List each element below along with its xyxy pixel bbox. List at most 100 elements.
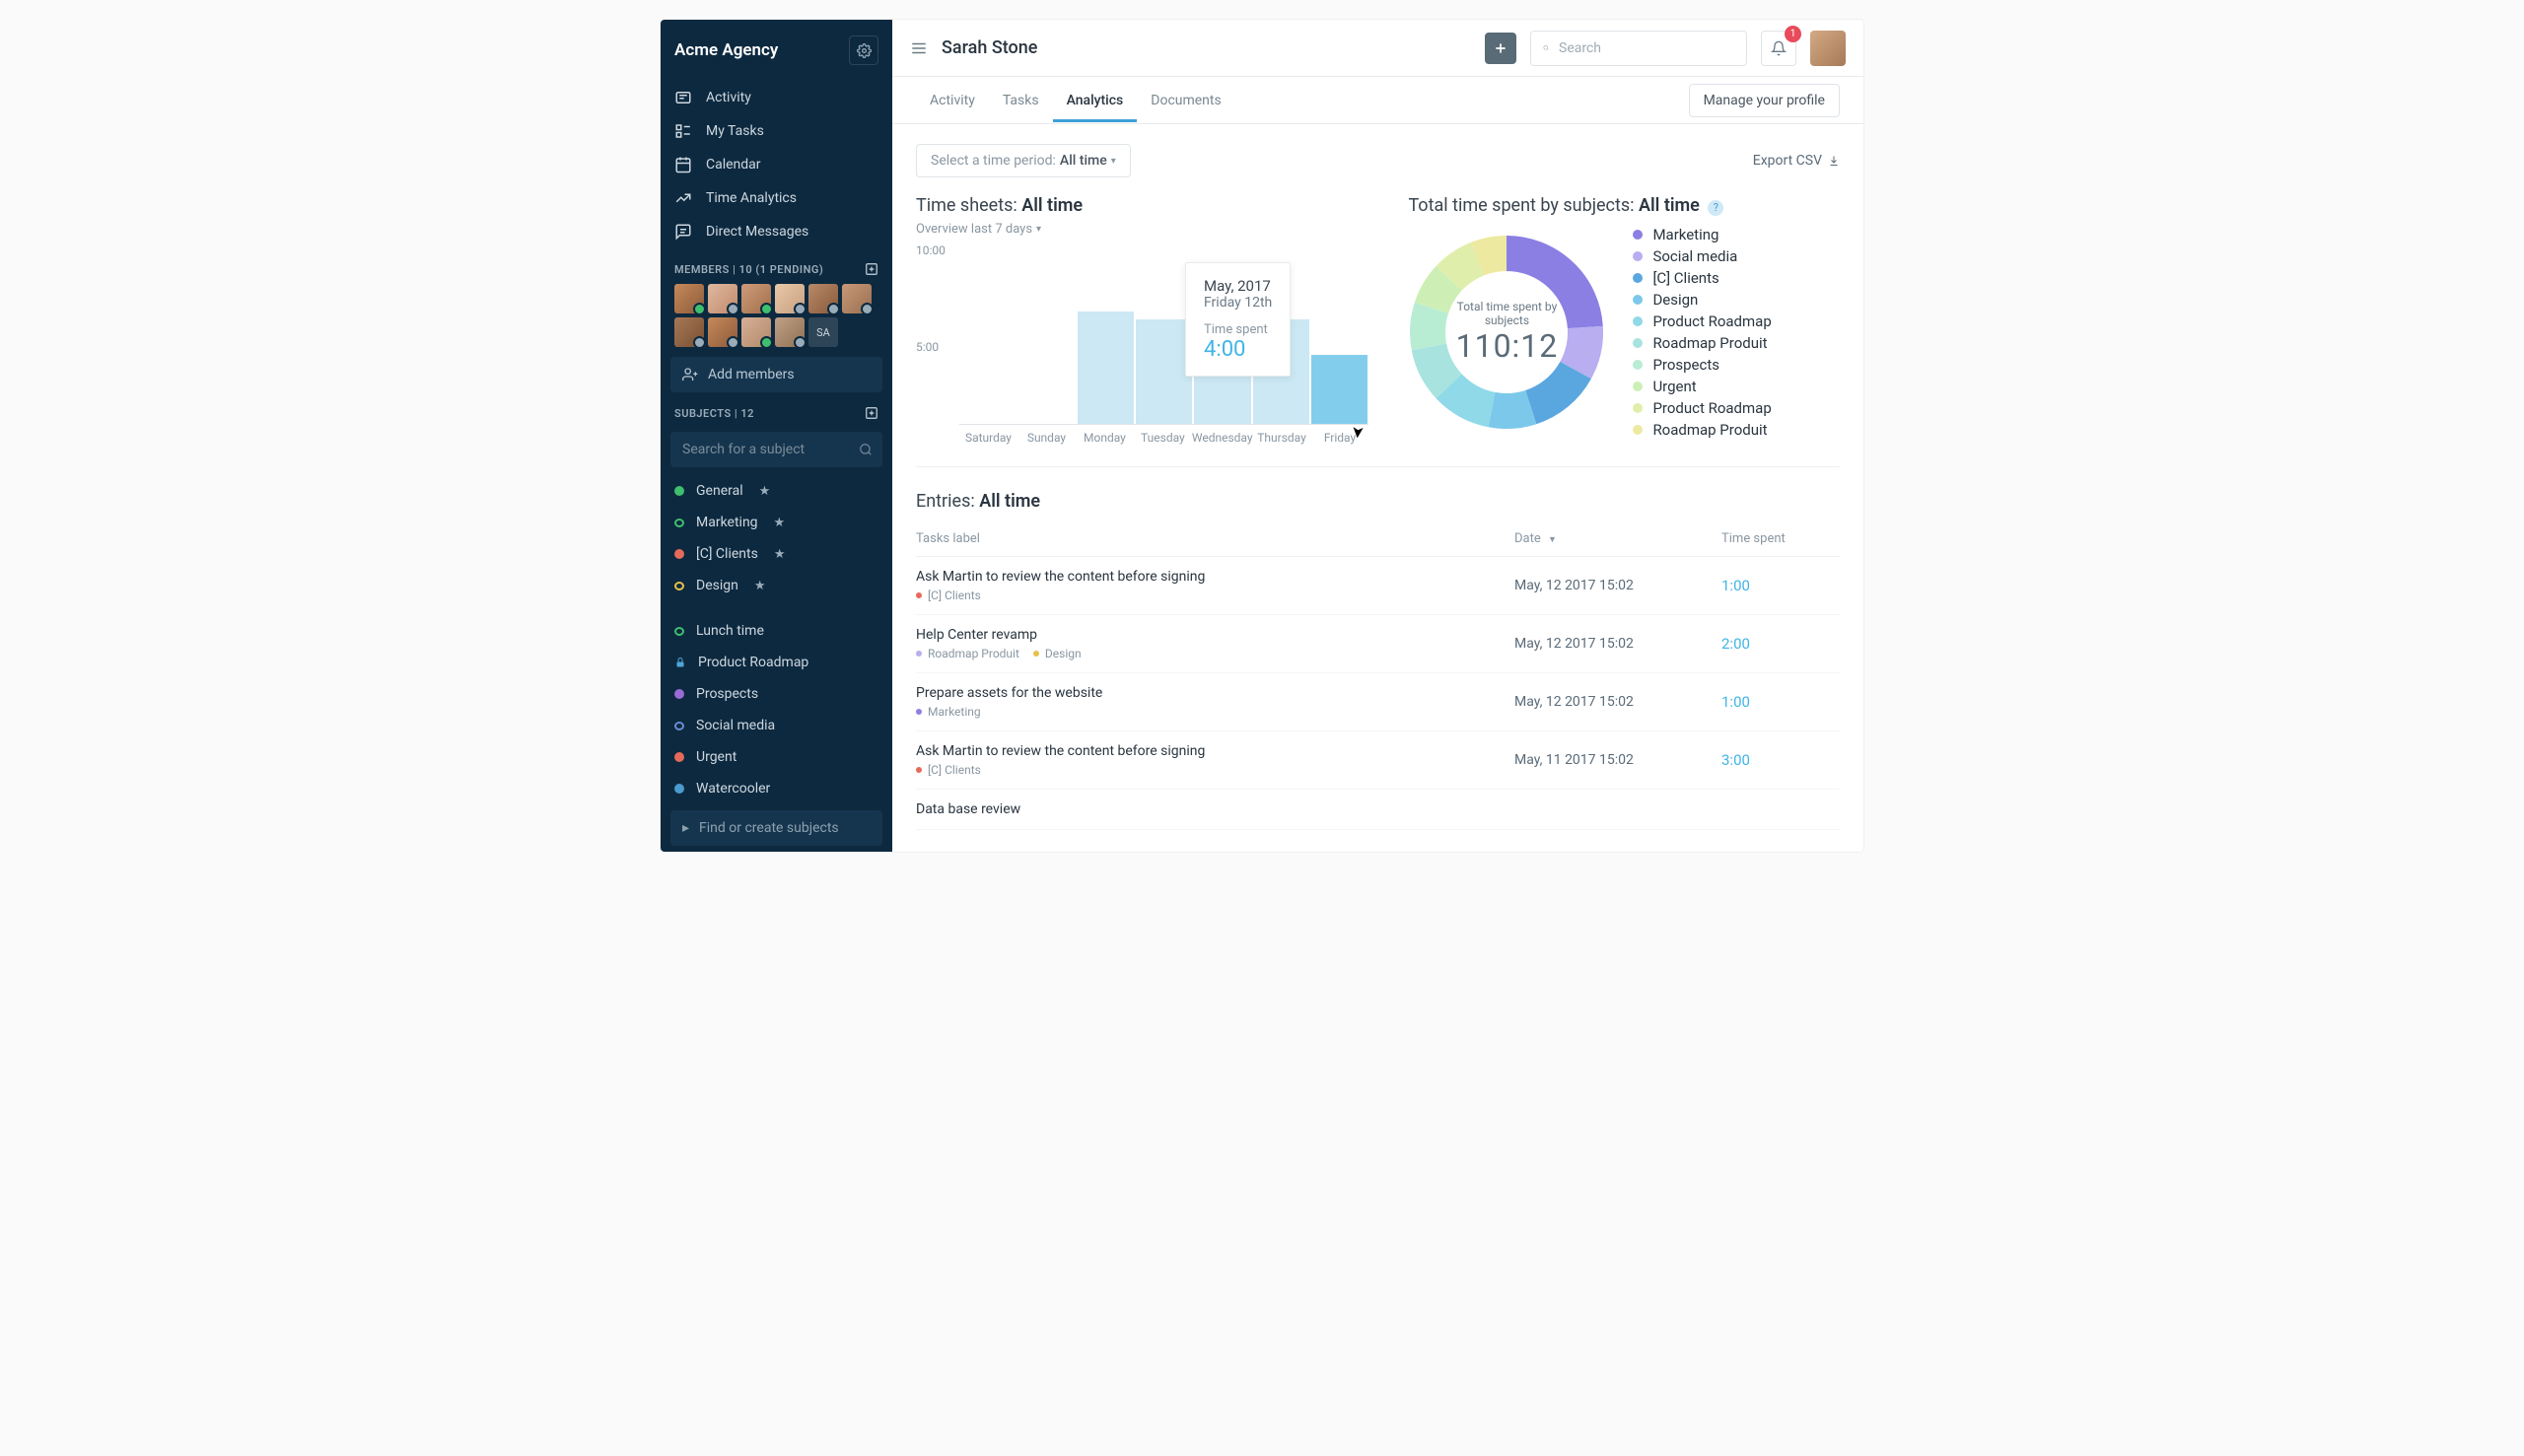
subject-label: Social media: [696, 718, 775, 733]
add-user-icon: [682, 367, 698, 382]
bar[interactable]: [1136, 319, 1192, 424]
legend-item[interactable]: Product Roadmap: [1633, 312, 1771, 330]
bar[interactable]: [1311, 355, 1367, 424]
legend-item[interactable]: Roadmap Produit: [1633, 421, 1771, 439]
search-input[interactable]: [1559, 40, 1734, 56]
nav-my tasks[interactable]: My Tasks: [661, 114, 892, 148]
nav-activity[interactable]: Activity: [661, 81, 892, 114]
legend-item[interactable]: Roadmap Produit: [1633, 334, 1771, 352]
entry-row[interactable]: Ask Martin to review the content before …: [916, 557, 1840, 615]
entry-row[interactable]: Prepare assets for the website Marketing…: [916, 673, 1840, 731]
subject-label: [C] Clients: [696, 546, 758, 562]
avatar[interactable]: [708, 317, 737, 347]
nav-calendar[interactable]: Calendar: [661, 148, 892, 181]
entry-row[interactable]: Help Center revamp Roadmap ProduitDesign…: [916, 615, 1840, 673]
subject-item[interactable]: Product Roadmap: [661, 647, 892, 678]
avatar[interactable]: [775, 284, 805, 313]
subject-label: Urgent: [696, 749, 736, 765]
x-tick: Monday: [1076, 431, 1134, 445]
notification-badge: 1: [1785, 26, 1801, 42]
subject-item[interactable]: Prospects: [661, 678, 892, 710]
tooltip-label: Time spent: [1204, 322, 1272, 337]
legend-label: Prospects: [1652, 356, 1719, 374]
legend-label: Product Roadmap: [1652, 399, 1771, 417]
tab-activity[interactable]: Activity: [916, 79, 989, 122]
manage-profile-button[interactable]: Manage your profile: [1689, 84, 1840, 117]
legend-item[interactable]: Marketing: [1633, 226, 1771, 243]
avatar[interactable]: [741, 317, 771, 347]
subject-bullet: [674, 722, 684, 730]
legend-item[interactable]: Product Roadmap: [1633, 399, 1771, 417]
entry-row[interactable]: Data base review: [916, 790, 1840, 830]
legend-label: Social media: [1652, 247, 1737, 265]
activity-icon: [674, 89, 692, 106]
donut-center-label: Total time spent by subjects: [1447, 300, 1566, 327]
chevron-down-icon: ▾: [1111, 156, 1116, 167]
nav-time analytics[interactable]: Time Analytics: [661, 181, 892, 215]
legend-dot: [1633, 230, 1643, 240]
menu-button[interactable]: [910, 39, 928, 57]
subject-item[interactable]: Watercooler: [661, 773, 892, 804]
export-csv-button[interactable]: Export CSV: [1753, 153, 1840, 169]
add-subject-icon[interactable]: [865, 406, 878, 420]
legend-item[interactable]: Urgent: [1633, 378, 1771, 395]
avatar[interactable]: [674, 317, 704, 347]
x-tick: Friday: [1311, 431, 1369, 445]
period-prefix: Select a time period:: [931, 153, 1056, 169]
add-button[interactable]: [1485, 33, 1516, 64]
add-member-icon[interactable]: [865, 262, 878, 276]
entry-tag: Design: [1033, 647, 1082, 660]
legend-item[interactable]: Prospects: [1633, 356, 1771, 374]
subject-item[interactable]: Social media: [661, 710, 892, 741]
legend-item[interactable]: Social media: [1633, 247, 1771, 265]
donut-title: Total time spent by subjects: All time ?: [1408, 195, 1840, 216]
subject-item[interactable]: General ★: [661, 475, 892, 507]
timesheet-overview-picker[interactable]: Overview last 7 days ▾: [916, 222, 1368, 237]
notifications-button[interactable]: 1: [1761, 31, 1796, 66]
help-icon[interactable]: ?: [1708, 200, 1723, 216]
avatar[interactable]: [741, 284, 771, 313]
avatar[interactable]: [708, 284, 737, 313]
subject-item[interactable]: Urgent: [661, 741, 892, 773]
tab-analytics[interactable]: Analytics: [1053, 79, 1138, 122]
find-create-subjects[interactable]: ▸ Find or create subjects: [670, 810, 882, 846]
avatar[interactable]: [775, 317, 805, 347]
nav-label: Calendar: [706, 157, 761, 173]
col-head-time[interactable]: Time spent: [1721, 531, 1840, 546]
tooltip-day: Friday 12th: [1204, 295, 1272, 311]
settings-button[interactable]: [849, 35, 878, 65]
entry-row[interactable]: Ask Martin to review the content before …: [916, 731, 1840, 790]
tab-tasks[interactable]: Tasks: [989, 79, 1053, 122]
search-icon: [859, 443, 873, 456]
calendar-icon: [674, 156, 692, 173]
tab-documents[interactable]: Documents: [1137, 79, 1234, 122]
subject-bullet: [674, 689, 684, 699]
subject-item[interactable]: Marketing ★: [661, 507, 892, 538]
subject-search-input[interactable]: [670, 432, 882, 467]
subject-label: Watercooler: [696, 781, 770, 797]
col-head-date[interactable]: Date ▼: [1514, 531, 1721, 546]
subject-item[interactable]: Design ★: [661, 570, 892, 601]
timesheet-title: Time sheets: All time: [916, 195, 1368, 216]
time-period-picker[interactable]: Select a time period: All time ▾: [916, 144, 1131, 177]
bar[interactable]: [1078, 312, 1134, 424]
tasks-icon: [674, 122, 692, 140]
col-head-task[interactable]: Tasks label: [916, 531, 1514, 546]
avatar-pending[interactable]: SA: [808, 317, 838, 347]
subject-item[interactable]: Lunch time: [661, 615, 892, 647]
avatar[interactable]: [674, 284, 704, 313]
avatar[interactable]: [808, 284, 838, 313]
avatar[interactable]: [842, 284, 872, 313]
messages-icon: [674, 223, 692, 241]
x-tick: Sunday: [1017, 431, 1076, 445]
entry-tag: [C] Clients: [916, 589, 981, 602]
y-label: 5:00: [916, 340, 939, 354]
current-user-avatar[interactable]: [1810, 31, 1846, 66]
entry-time: 1:00: [1721, 577, 1840, 594]
add-members-button[interactable]: Add members: [670, 357, 882, 392]
subject-item[interactable]: [C] Clients ★: [661, 538, 892, 570]
legend-item[interactable]: [C] Clients: [1633, 269, 1771, 287]
search-box[interactable]: [1530, 31, 1747, 66]
nav-direct messages[interactable]: Direct Messages: [661, 215, 892, 248]
legend-item[interactable]: Design: [1633, 291, 1771, 309]
